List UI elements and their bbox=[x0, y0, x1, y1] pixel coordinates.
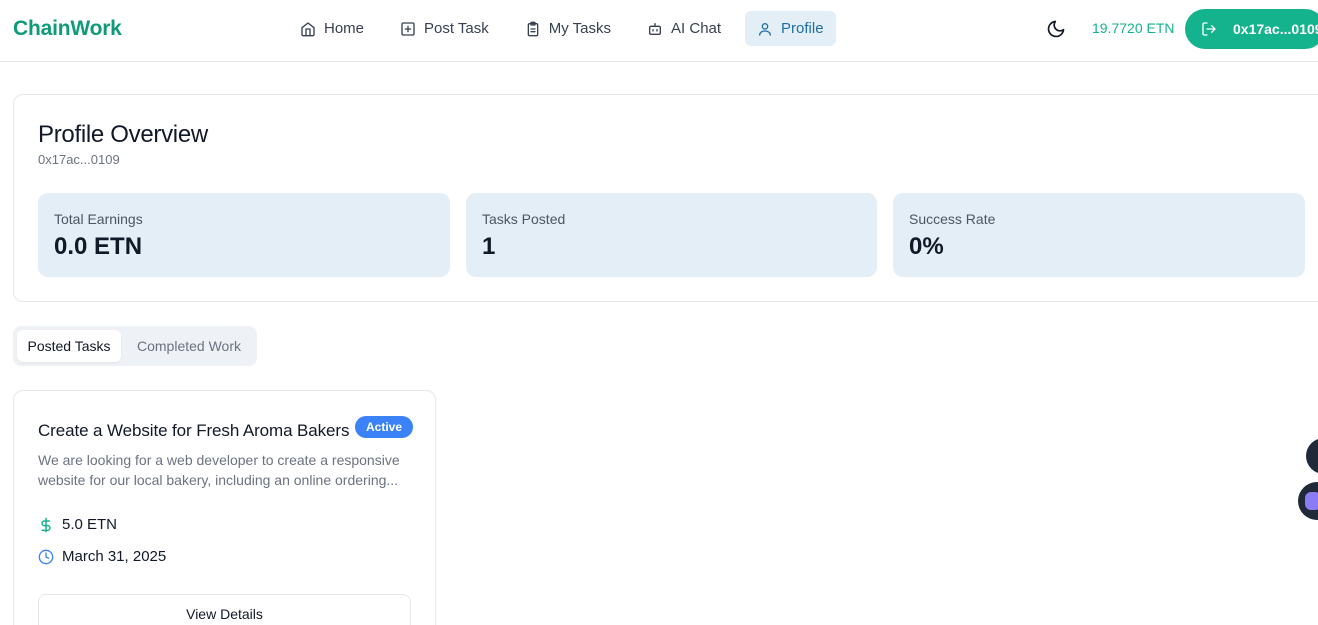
task-deadline-value: March 31, 2025 bbox=[62, 548, 167, 565]
task-tabs: Posted Tasks Completed Work bbox=[13, 326, 257, 366]
stat-label: Total Earnings bbox=[54, 211, 143, 227]
logout-icon bbox=[1201, 21, 1217, 37]
nav-home-label: Home bbox=[324, 20, 365, 37]
status-badge: Active bbox=[355, 416, 414, 438]
tab-completed-work[interactable]: Completed Work bbox=[125, 330, 253, 362]
task-card: Create a Website for Fresh Aroma Bakers … bbox=[13, 390, 436, 625]
home-icon bbox=[300, 21, 316, 37]
clipboard-icon bbox=[525, 21, 541, 37]
nav-my-tasks[interactable]: My Tasks bbox=[513, 11, 623, 46]
task-title: Create a Website for Fresh Aroma Bakers bbox=[38, 421, 350, 440]
clock-icon bbox=[38, 549, 54, 565]
profile-overview-card: Profile Overview 0x17ac...0109 Total Ear… bbox=[13, 94, 1318, 302]
wallet-disconnect-button[interactable]: 0x17ac...0109 bbox=[1185, 9, 1318, 49]
stat-label: Tasks Posted bbox=[482, 211, 566, 227]
tab-posted-tasks[interactable]: Posted Tasks bbox=[17, 330, 121, 362]
wallet-balance: 19.7720 ETN bbox=[1092, 20, 1175, 36]
moon-icon[interactable] bbox=[1046, 19, 1066, 39]
main-nav: Home Post Task My Tasks AI Chat Profile bbox=[288, 11, 848, 47]
stat-value: 0% bbox=[909, 233, 944, 260]
stat-value: 1 bbox=[482, 233, 496, 260]
nav-ai-chat-label: AI Chat bbox=[671, 20, 722, 37]
user-icon bbox=[757, 21, 773, 37]
app-logo[interactable]: ChainWork bbox=[13, 17, 122, 41]
nav-post-task[interactable]: Post Task bbox=[388, 11, 501, 46]
view-details-button[interactable]: View Details bbox=[38, 594, 411, 625]
dollar-icon bbox=[38, 517, 54, 533]
task-reward: 5.0 ETN bbox=[38, 516, 117, 533]
profile-address: 0x17ac...0109 bbox=[38, 152, 120, 167]
task-description: We are looking for a web developer to cr… bbox=[38, 452, 400, 488]
task-deadline: March 31, 2025 bbox=[38, 548, 166, 565]
nav-profile-label: Profile bbox=[781, 20, 824, 37]
floating-help-button[interactable] bbox=[1306, 438, 1318, 474]
bot-icon bbox=[647, 21, 663, 37]
nav-ai-chat[interactable]: AI Chat bbox=[635, 11, 733, 46]
chat-bot-icon bbox=[1305, 492, 1318, 510]
stat-total-earnings: Total Earnings 0.0 ETN bbox=[38, 193, 450, 277]
stat-success-rate: Success Rate 0% bbox=[893, 193, 1305, 277]
floating-chat-bot-button[interactable] bbox=[1298, 482, 1318, 520]
nav-home[interactable]: Home bbox=[288, 11, 376, 46]
task-reward-value: 5.0 ETN bbox=[62, 516, 118, 533]
plus-square-icon bbox=[400, 21, 416, 37]
stat-value: 0.0 ETN bbox=[54, 233, 143, 260]
wallet-address-label: 0x17ac...0109 bbox=[1233, 21, 1318, 37]
nav-post-task-label: Post Task bbox=[424, 20, 489, 37]
nav-my-tasks-label: My Tasks bbox=[548, 20, 612, 37]
nav-profile[interactable]: Profile bbox=[745, 11, 836, 46]
top-nav-bar: ChainWork Home Post Task My Tasks AI Cha… bbox=[0, 0, 1318, 62]
page-title: Profile Overview bbox=[38, 121, 208, 148]
stat-label: Success Rate bbox=[909, 211, 996, 227]
stat-tasks-posted: Tasks Posted 1 bbox=[466, 193, 877, 277]
